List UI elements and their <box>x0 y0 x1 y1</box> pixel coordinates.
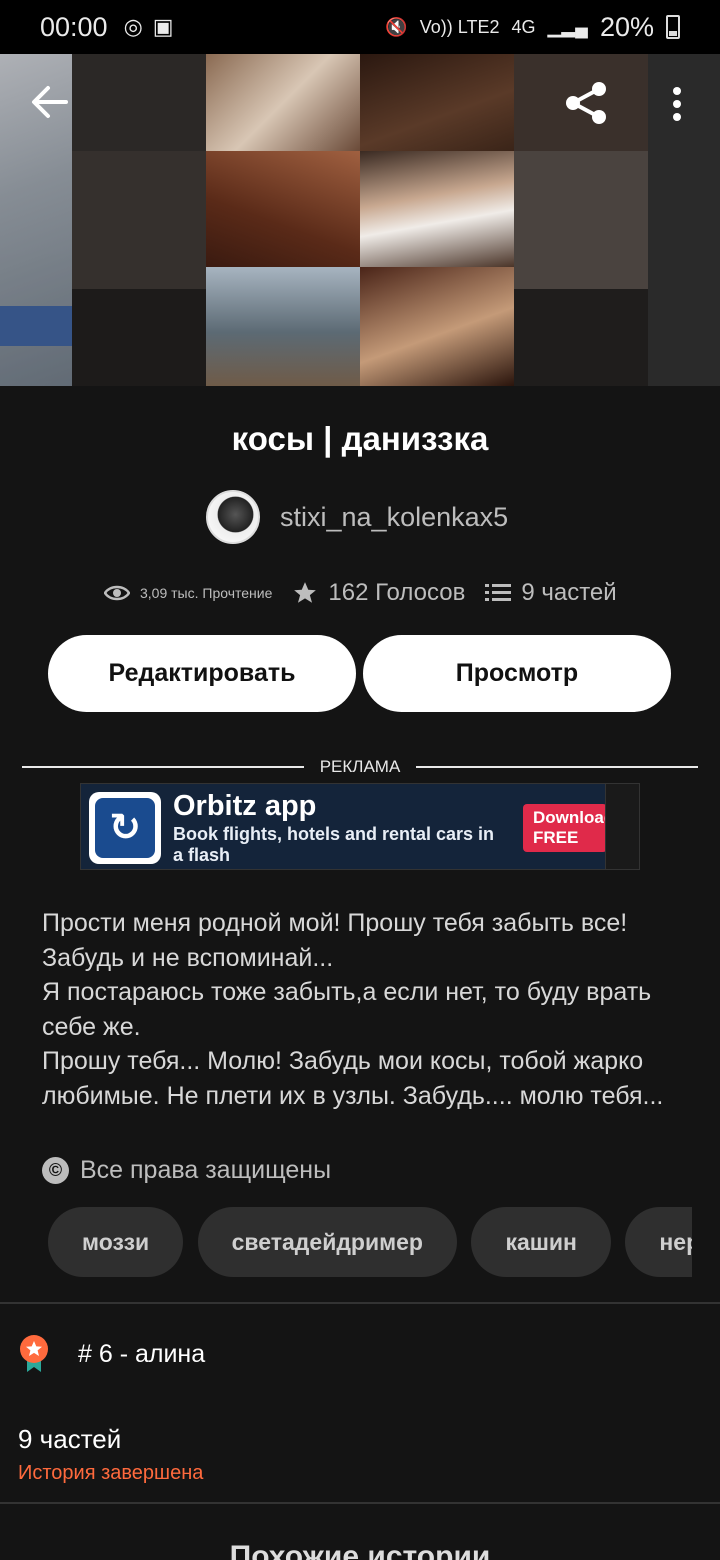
author-name[interactable]: stixi_na_kolenkax5 <box>280 502 508 533</box>
story-title: косы | даниззка <box>231 420 489 457</box>
ad-subtitle: Book flights, hotels and rental cars in … <box>173 824 495 865</box>
parts-label[interactable]: 9 частей <box>18 1424 121 1455</box>
author-link[interactable]: stixi_na_kolenkax5 <box>206 490 508 544</box>
tag[interactable]: моззи <box>48 1207 184 1277</box>
wifi-icon: ▣ <box>152 14 174 39</box>
ad-banner[interactable]: ↻ Orbitz app Book flights, hotels and re… <box>80 783 640 870</box>
tags-list[interactable]: моззи светадейдример кашин нерс <box>48 1207 692 1277</box>
avatar[interactable] <box>206 490 260 544</box>
signal-label: 4G <box>511 16 536 37</box>
ad-title: Orbitz app <box>173 790 317 822</box>
network-label: Vo)) LTE2 <box>419 16 500 37</box>
view-button[interactable]: Просмотр <box>363 635 671 712</box>
copyright-row: © Все права защищены <box>42 1152 331 1188</box>
story-description: Прости меня родной мой! Прошу тебя забыт… <box>42 909 664 1110</box>
ad-label: РЕКЛАМА <box>319 757 401 776</box>
edit-button[interactable]: Редактировать <box>48 635 356 712</box>
battery-percent: 20% <box>599 11 654 42</box>
copyright-icon: © <box>42 1156 69 1184</box>
tag[interactable]: кашин <box>471 1207 611 1277</box>
status-time: 00:00 <box>40 11 108 42</box>
instagram-icon: ◎ <box>123 14 143 39</box>
tag[interactable]: светадейдример <box>197 1207 457 1277</box>
status-bar: 00:00 ◎ ▣ 🔇 Vo)) LTE2 4G ▁▂▄ 20% <box>0 0 720 54</box>
similar-stories-heading: Похожие истории <box>229 1540 491 1560</box>
divider <box>0 1502 720 1504</box>
orbitz-logo-icon: ↻ <box>89 792 161 864</box>
battery-icon <box>666 15 680 39</box>
list-icon <box>485 582 512 604</box>
votes-count: 162 Голосов <box>328 579 466 606</box>
eye-icon <box>104 583 130 603</box>
story-stats: 3,09 тыс. Прочтение 162 Голосов 9 частей <box>104 574 637 612</box>
reads-count: 3,09 тыс. Прочтение <box>140 585 273 601</box>
cover-carousel[interactable] <box>0 54 720 386</box>
share-icon[interactable] <box>564 80 610 126</box>
arrow-left-icon[interactable] <box>30 84 68 120</box>
divider <box>0 1302 720 1304</box>
copyright-text: Все права защищены <box>80 1155 332 1184</box>
story-cover[interactable] <box>206 54 514 386</box>
ad-label-row: РЕКЛАМА <box>22 755 699 779</box>
star-icon <box>292 580 318 606</box>
mute-icon: 🔇 <box>385 16 408 37</box>
completion-status: История завершена <box>18 1462 204 1484</box>
ad-download-button[interactable]: Download FREE app <box>523 804 607 852</box>
ranking-row[interactable]: # 6 - алина <box>18 1332 205 1376</box>
ranking-text[interactable]: # 6 - алина <box>78 1340 205 1369</box>
signal-icon: ▁▂▄ <box>547 16 588 37</box>
tag[interactable]: нерс <box>625 1207 692 1277</box>
more-vertical-icon[interactable] <box>662 84 692 124</box>
parts-count: 9 частей <box>521 579 617 606</box>
ranking-badge-icon <box>18 1334 50 1374</box>
